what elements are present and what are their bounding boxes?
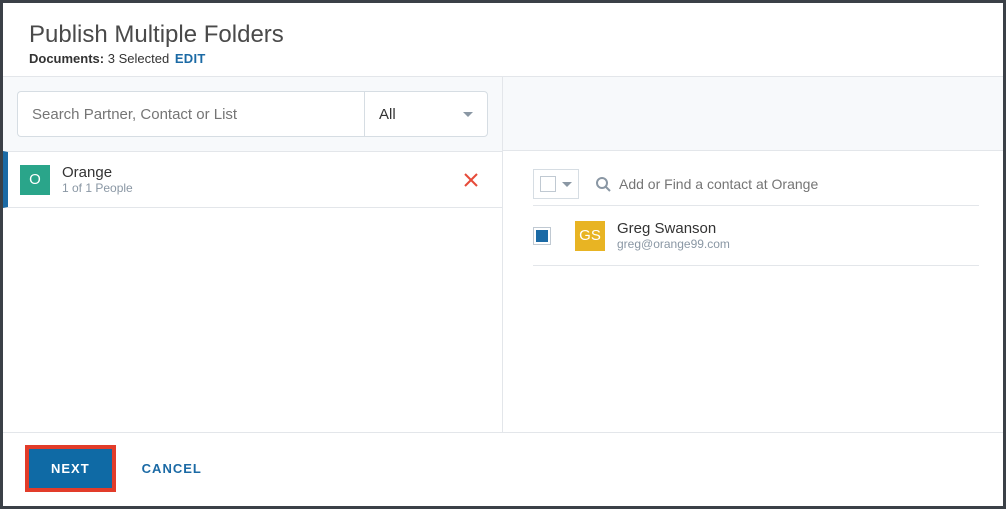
select-all-contacts[interactable] <box>533 169 579 199</box>
partners-pane: All O Orange 1 of 1 People <box>3 77 503 432</box>
contacts-body: GS Greg Swanson greg@orange99.com <box>503 151 1003 432</box>
selected-partner-list: O Orange 1 of 1 People <box>3 151 502 432</box>
contact-name: Greg Swanson <box>617 220 730 237</box>
partner-search-row: All <box>3 77 502 151</box>
cancel-button[interactable]: CANCEL <box>142 461 202 476</box>
find-contact-row <box>595 176 979 192</box>
select-all-checkbox[interactable] <box>540 176 556 192</box>
partner-avatar: O <box>20 165 50 195</box>
partner-type-filter[interactable]: All <box>364 91 488 137</box>
contact-item[interactable]: GS Greg Swanson greg@orange99.com <box>533 205 979 266</box>
modal-footer: NEXT CANCEL <box>3 433 1003 506</box>
contacts-toolbar <box>533 169 979 205</box>
search-icon <box>595 176 611 192</box>
partner-search-input[interactable] <box>17 91 364 137</box>
filter-value: All <box>379 106 396 123</box>
modal-title: Publish Multiple Folders <box>29 21 977 49</box>
publish-folders-modal: Publish Multiple Folders Documents: 3 Se… <box>0 0 1006 509</box>
remove-partner-button[interactable] <box>460 169 482 191</box>
partner-name: Orange <box>62 164 448 181</box>
find-contact-input[interactable] <box>619 176 979 192</box>
close-icon <box>463 172 479 188</box>
chevron-down-icon <box>562 182 572 187</box>
next-button[interactable]: NEXT <box>29 449 112 488</box>
contacts-pane-header-spacer <box>503 77 1003 151</box>
contact-list: GS Greg Swanson greg@orange99.com <box>533 205 979 266</box>
chevron-down-icon <box>463 112 473 117</box>
partner-info: Orange 1 of 1 People <box>62 164 448 195</box>
contact-email: greg@orange99.com <box>617 237 730 251</box>
selected-count: 3 Selected <box>108 51 169 66</box>
contact-avatar: GS <box>575 221 605 251</box>
modal-subtitle: Documents: 3 Selected EDIT <box>29 51 977 66</box>
modal-header: Publish Multiple Folders Documents: 3 Se… <box>3 3 1003 76</box>
contacts-pane: GS Greg Swanson greg@orange99.com <box>503 77 1003 432</box>
partner-item[interactable]: O Orange 1 of 1 People <box>3 151 502 208</box>
partner-meta: 1 of 1 People <box>62 181 448 195</box>
contact-info: Greg Swanson greg@orange99.com <box>617 220 730 251</box>
contact-checkbox[interactable] <box>533 227 551 245</box>
edit-documents-link[interactable]: EDIT <box>175 51 206 66</box>
documents-label: Documents: <box>29 51 104 66</box>
modal-content: All O Orange 1 of 1 People <box>3 76 1003 433</box>
